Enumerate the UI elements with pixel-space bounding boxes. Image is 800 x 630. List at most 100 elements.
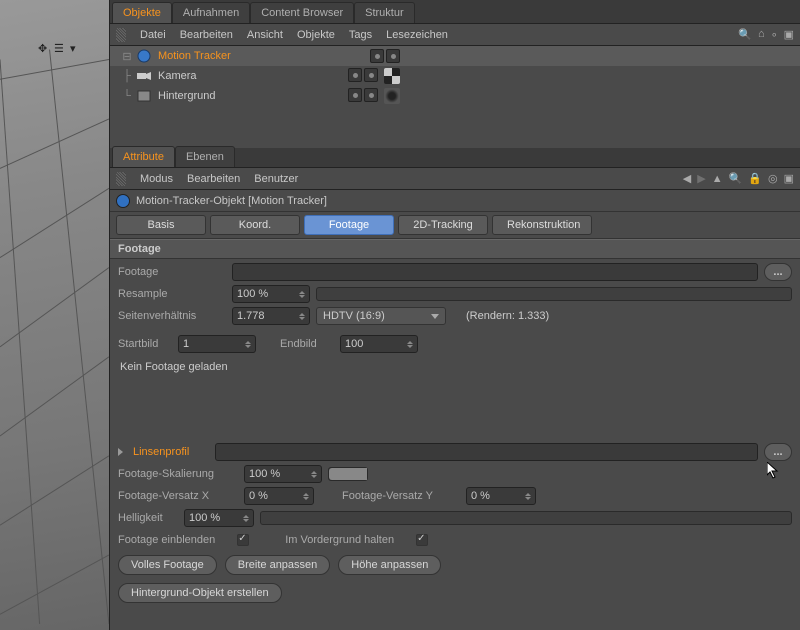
camera-icon (136, 68, 152, 84)
resample-label: Resample (118, 288, 226, 300)
up-icon[interactable]: ▲ (712, 173, 723, 185)
subtab-basis[interactable]: Basis (116, 215, 206, 235)
tab-aufnahmen[interactable]: Aufnahmen (172, 2, 250, 23)
object-title: Motion-Tracker-Objekt [Motion Tracker] (110, 190, 800, 212)
offset-y-field[interactable]: 0 % (466, 487, 536, 505)
foreground-checkbox[interactable] (416, 534, 428, 546)
tab-attribute[interactable]: Attribute (112, 146, 175, 167)
menu-modus[interactable]: Modus (140, 173, 173, 185)
tab-ebenen[interactable]: Ebenen (175, 146, 235, 167)
layers-icon[interactable]: ☰ (54, 42, 66, 54)
footage-scale-field[interactable]: 100 % (244, 465, 322, 483)
offset-x-label: Footage-Versatz X (118, 490, 238, 502)
menu-bearbeiten[interactable]: Bearbeiten (187, 173, 240, 185)
history-fwd-icon[interactable]: ▶ (697, 172, 705, 185)
menu-objekte[interactable]: Objekte (297, 29, 335, 41)
endframe-label: Endbild (280, 338, 334, 350)
footage-scale-slider[interactable] (328, 467, 368, 481)
section-footage: Footage (110, 239, 800, 259)
viewport-3d[interactable]: ✥ ☰ ▾ (0, 0, 110, 630)
grip-icon[interactable] (116, 172, 126, 186)
fit-width-button[interactable]: Breite anpassen (225, 555, 331, 575)
footage-browse-button[interactable]: ... (764, 263, 792, 281)
tag-icon[interactable] (384, 68, 400, 84)
fit-height-button[interactable]: Höhe anpassen (338, 555, 441, 575)
background-icon (136, 88, 152, 104)
brightness-slider[interactable] (260, 511, 792, 525)
tree-item-kamera[interactable]: ├ Kamera (110, 66, 800, 86)
menu-datei[interactable]: Datei (140, 29, 166, 41)
offset-x-field[interactable]: 0 % (244, 487, 314, 505)
menu-tags[interactable]: Tags (349, 29, 372, 41)
dropdown-icon[interactable]: ▾ (70, 42, 82, 54)
no-footage-message: Kein Footage geladen (118, 355, 792, 393)
menu-benutzer[interactable]: Benutzer (254, 173, 298, 185)
subtab-koord[interactable]: Koord. (210, 215, 300, 235)
footage-path-field[interactable] (232, 263, 758, 281)
menu-ansicht[interactable]: Ansicht (247, 29, 283, 41)
object-manager-menubar: Datei Bearbeiten Ansicht Objekte Tags Le… (110, 24, 800, 46)
render-toggle[interactable] (364, 88, 378, 102)
lock-icon[interactable]: 🔒 (748, 172, 762, 185)
tag-icon[interactable] (384, 88, 400, 104)
expand-icon[interactable]: ▣ (784, 172, 794, 185)
motion-tracker-icon (116, 194, 130, 208)
tree-label: Kamera (158, 70, 238, 82)
menu-bearbeiten[interactable]: Bearbeiten (180, 29, 233, 41)
footage-scale-label: Footage-Skalierung (118, 468, 238, 480)
attribute-manager-tabs: Attribute Ebenen (110, 148, 800, 168)
startframe-field[interactable]: 1 (178, 335, 256, 353)
search-icon[interactable]: 🔍 (738, 28, 752, 41)
aspect-label: Seitenverhältnis (118, 310, 226, 322)
expand-icon[interactable]: ▣ (784, 28, 794, 41)
tab-struktur[interactable]: Struktur (354, 2, 415, 23)
move-icon[interactable]: ✥ (38, 42, 50, 54)
show-footage-label: Footage einblenden (118, 534, 215, 546)
aspect-preset-dropdown[interactable]: HDTV (16:9) (316, 307, 446, 325)
object-manager-tabs: Objekte Aufnahmen Content Browser Strukt… (110, 0, 800, 24)
attribute-subtabs: Basis Koord. Footage 2D-Tracking Rekonst… (110, 212, 800, 239)
render-toggle[interactable] (364, 68, 378, 82)
subtab-rekonstruktion[interactable]: Rekonstruktion (492, 215, 592, 235)
tree-label: Motion Tracker (158, 50, 238, 62)
visibility-toggle[interactable] (348, 68, 362, 82)
brightness-field[interactable]: 100 % (184, 509, 254, 527)
home-icon[interactable]: ⌂ (758, 28, 765, 41)
settings-icon[interactable]: ◎ (768, 172, 778, 185)
attribute-menubar: Modus Bearbeiten Benutzer ◀ ▶ ▲ 🔍 🔒 ◎ ▣ (110, 168, 800, 190)
render-aspect-info: (Rendern: 1.333) (466, 310, 549, 322)
grip-icon[interactable] (116, 28, 126, 42)
object-title-label: Motion-Tracker-Objekt [Motion Tracker] (136, 195, 327, 207)
resample-slider[interactable] (316, 287, 792, 301)
resample-field[interactable]: 100 % (232, 285, 310, 303)
create-background-button[interactable]: Hintergrund-Objekt erstellen (118, 583, 282, 603)
subtab-2d-tracking[interactable]: 2D-Tracking (398, 215, 488, 235)
full-footage-button[interactable]: Volles Footage (118, 555, 217, 575)
lensprofile-browse-button[interactable]: ... (764, 443, 792, 461)
tree-item-motion-tracker[interactable]: ⊟ Motion Tracker (110, 46, 800, 66)
visibility-toggle[interactable] (370, 49, 384, 63)
brightness-label: Helligkeit (118, 512, 178, 524)
object-tree: ⊟ Motion Tracker ├ Kamera └ (110, 46, 800, 106)
show-footage-checkbox[interactable] (237, 534, 249, 546)
tree-label: Hintergrund (158, 90, 238, 102)
tab-objekte[interactable]: Objekte (112, 2, 172, 23)
aspect-field[interactable]: 1.778 (232, 307, 310, 325)
offset-y-label: Footage-Versatz Y (342, 490, 460, 502)
menu-lesezeichen[interactable]: Lesezeichen (386, 29, 448, 41)
search-icon[interactable]: 🔍 (729, 172, 743, 185)
lensprofile-label: Linsenprofil (133, 446, 209, 458)
lensprofile-field[interactable] (215, 443, 758, 461)
footage-label: Footage (118, 266, 226, 278)
history-back-icon[interactable]: ◀ (683, 172, 691, 185)
visibility-toggle[interactable] (348, 88, 362, 102)
disclosure-icon[interactable] (118, 448, 123, 456)
endframe-field[interactable]: 100 (340, 335, 418, 353)
tab-content-browser[interactable]: Content Browser (250, 2, 354, 23)
motion-tracker-icon (136, 48, 152, 64)
render-toggle[interactable] (386, 49, 400, 63)
subtab-footage[interactable]: Footage (304, 215, 394, 235)
foreground-label: Im Vordergrund halten (285, 534, 394, 546)
path-icon[interactable]: ∘ (771, 28, 778, 41)
tree-item-hintergrund[interactable]: └ Hintergrund (110, 86, 800, 106)
